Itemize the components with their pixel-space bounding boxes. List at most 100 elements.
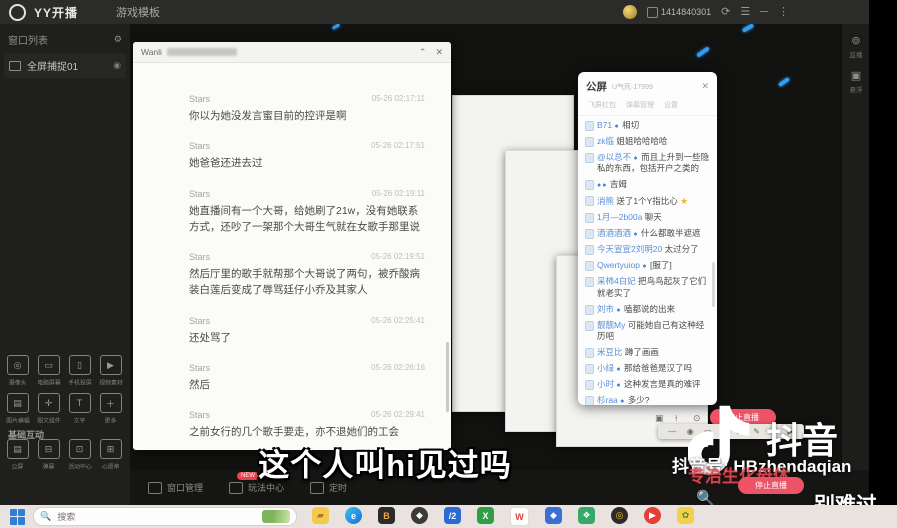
source-tool[interactable]: ✛ 图文组件 <box>34 393 63 425</box>
taskbar-app-icon[interactable]: W <box>510 507 529 526</box>
tool-label: 电脑屏幕 <box>37 378 60 387</box>
mic-icon[interactable]: ⟊ <box>675 413 677 424</box>
search-highlight-thumbnail <box>262 510 290 523</box>
source-tool[interactable]: ▭ 电脑屏幕 <box>34 355 63 387</box>
blue-streak-mark <box>778 77 790 87</box>
strip-tool-label: 监播 <box>850 49 863 59</box>
eye-icon[interactable]: ◉ <box>113 60 121 71</box>
stop-live-button-2[interactable]: 停止直播 <box>738 477 804 494</box>
panel-message: 消熊 送了1个Y指比心 ★ <box>585 195 710 207</box>
message-user: Stars <box>189 141 210 151</box>
level-badge-icon <box>585 380 594 390</box>
chat-window-titlebar[interactable]: Wanli ⌃ ✕ <box>133 42 451 63</box>
message-text: 之前女行的几个歌手要走，亦不退她们的工会 <box>189 424 425 440</box>
window-list-label: 窗口列表 <box>8 32 48 47</box>
panel-user: 1月—2b00a <box>597 212 642 222</box>
panel-user: @以总不 <box>597 152 631 162</box>
start-button[interactable] <box>10 509 26 525</box>
emote-icon: ● <box>642 263 647 270</box>
emote-icon: ● <box>616 307 621 314</box>
tool-icon: ▤ <box>7 393 29 413</box>
search-icon: 🔍 <box>40 511 51 522</box>
taskbar-app-icon[interactable]: ◎ <box>611 507 628 524</box>
taskbar-app-icon[interactable]: /2 <box>444 507 461 524</box>
tool-icon: ▭ <box>38 355 60 375</box>
gear-icon[interactable]: ⚙ <box>114 34 122 45</box>
sidebar: 窗口列表 ⚙ 全屏捕捉01 ◉ ◎ 摄像头 ▭ 电脑屏幕 ▯ <box>0 24 131 505</box>
strip-tool-icon: ▣ <box>851 69 861 82</box>
source-tool[interactable]: ▯ 手机投屏 <box>65 355 94 387</box>
close-icon[interactable]: ✕ <box>701 81 709 92</box>
redacted-title-blur <box>167 48 237 56</box>
taskbar-app-icon[interactable]: ◆ <box>545 507 562 524</box>
panel-scrollbar[interactable] <box>712 262 715 307</box>
tab-game-template[interactable]: 游戏模板 <box>116 4 160 20</box>
panel-message: 米豆比 蹲了画画 <box>585 347 710 358</box>
chat-message-list: Stars 05-26 02:17:11 你以为她没发言蜜目前的控评是啊 Sta… <box>189 94 425 450</box>
message-text: 她直播间有一个大哥，给她刷了21w，没有她联系方式，还吵了一架那个大哥生气就在女… <box>189 203 425 236</box>
taskbar-search[interactable]: 🔍 搜索 <box>33 507 297 526</box>
windows-taskbar: 🔍 搜索 ▰ e B ◆ /2 X W ◆ ❖ <box>0 505 897 528</box>
video-subtitle: 这个人叫hi见过吗 <box>0 440 770 485</box>
message-text: 她爸爸还进去过 <box>189 155 425 171</box>
panel-text: 送了1个Y指比心 <box>616 196 677 206</box>
tab-danmu-manage[interactable]: 弹幕管理 <box>626 100 654 110</box>
level-badge-icon <box>585 121 594 131</box>
source-tool[interactable]: ◎ 摄像头 <box>3 355 32 387</box>
tool-label: 文字 <box>74 416 86 425</box>
panel-user: 今天宣宣2刘明20 <box>597 244 662 254</box>
chat-scrollbar[interactable] <box>446 342 449 412</box>
layout-icon[interactable]: ▣ <box>655 413 664 424</box>
blue-streak-mark <box>742 24 754 33</box>
level-badge-icon <box>585 180 594 190</box>
panel-message: 小时 ● 这种发言是真的难评 <box>585 379 710 390</box>
refresh-icon[interactable]: ⟳ <box>721 7 730 18</box>
message-user: Stars <box>189 316 210 326</box>
taskbar-app-icon[interactable]: X <box>477 507 494 524</box>
menu-icon[interactable]: ☰ <box>740 7 750 18</box>
panel-text: 那给爸爸是汉了吗 <box>624 363 692 373</box>
more-icon[interactable]: ⋮ <box>778 7 789 18</box>
tool-icon: ＋ <box>100 393 122 413</box>
level-badge-icon <box>585 213 594 223</box>
panel-title: 公屏 <box>586 79 607 94</box>
source-tool[interactable]: ＋ 更多 <box>96 393 125 425</box>
taskbar-app-icon[interactable]: B <box>378 507 395 524</box>
message-text: 你以为她没发言蜜目前的控评是啊 <box>189 108 425 124</box>
taskbar-app-icon[interactable]: ▶ <box>644 507 661 524</box>
taskbar-app-icon[interactable]: ❖ <box>578 507 595 524</box>
taskbar-app-icon[interactable]: ✿ <box>677 507 694 524</box>
panel-user: 杉raa <box>597 395 618 405</box>
strip-tool[interactable]: ▣ 悬浮 <box>846 69 866 94</box>
sidebar-item-fullscreen-capture[interactable]: 全屏捕捉01 ◉ <box>4 53 126 78</box>
monitor-icon <box>9 61 21 71</box>
expand-icon[interactable]: ⌃ <box>419 47 427 58</box>
taskbar-app-icon[interactable]: ▰ <box>312 507 329 524</box>
yy-logo-icon <box>9 4 26 21</box>
source-tool[interactable]: ▤ 图片横幅 <box>3 393 32 425</box>
message-time: 05-26 02:29:41 <box>371 410 425 420</box>
taskbar-app-icon[interactable]: e <box>345 507 362 524</box>
message-user: Stars <box>189 363 210 373</box>
public-screen-panel: 公屏 U气死·17999 ✕ 飞屏红包 弹幕管理 设置 B71 ● 相切 <box>578 72 717 405</box>
strip-tool[interactable]: ⊚ 监播 <box>846 34 866 59</box>
panel-message: B71 ● 相切 <box>585 120 710 131</box>
message-text: 然后 <box>189 377 425 393</box>
taskbar-app-icon[interactable]: ◆ <box>411 507 428 524</box>
panel-user: B71 <box>597 120 612 130</box>
chat-message: Stars 05-26 02:17:11 你以为她没发言蜜目前的控评是啊 <box>189 94 425 124</box>
minimize-icon[interactable]: — <box>668 428 676 436</box>
source-tool[interactable]: T 文字 <box>65 393 94 425</box>
panel-text: 蹲了画画 <box>625 347 659 357</box>
tool-icon: ✛ <box>38 393 60 413</box>
minimize-icon[interactable]: ─ <box>760 7 768 18</box>
message-time: 05-26 02:17:51 <box>371 141 425 151</box>
tab-settings[interactable]: 设置 <box>664 100 678 110</box>
tab-fly-screen[interactable]: 飞屏红包 <box>588 100 616 110</box>
panel-message: 1月—2b00a 聊天 <box>585 212 710 223</box>
chat-message: Stars 05-26 02:29:41 之前女行的几个歌手要走，亦不退她们的工… <box>189 410 425 440</box>
source-tool[interactable]: ▶ 视频素材 <box>96 355 125 387</box>
close-icon[interactable]: ✕ <box>435 47 443 58</box>
user-avatar[interactable] <box>623 5 637 19</box>
tool-label: 摄像头 <box>9 378 27 387</box>
